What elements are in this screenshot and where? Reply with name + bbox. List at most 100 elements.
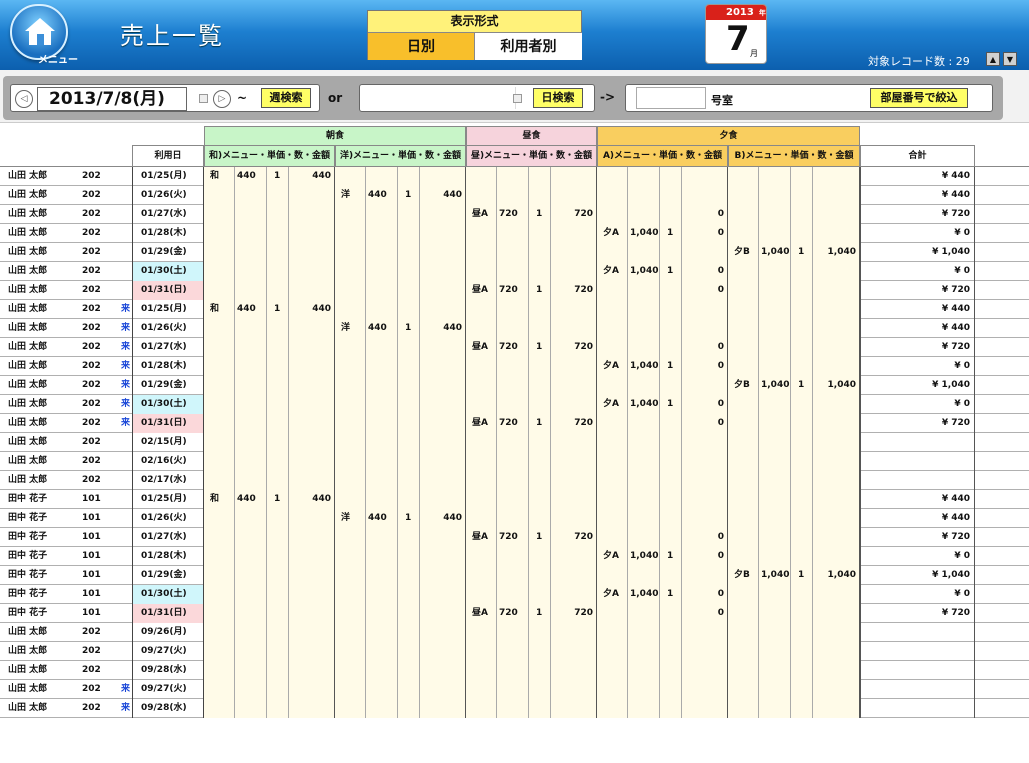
- meal-cell[interactable]: [728, 186, 860, 205]
- meal-cell[interactable]: [335, 338, 466, 357]
- meal-cell[interactable]: [204, 547, 335, 566]
- meal-cell[interactable]: [335, 585, 466, 604]
- meal-cell[interactable]: [466, 452, 597, 471]
- meal-cell[interactable]: [335, 376, 466, 395]
- meal-cell[interactable]: [728, 471, 860, 490]
- meal-cell[interactable]: [335, 566, 466, 585]
- day-picker-icon[interactable]: [513, 94, 522, 103]
- meal-cell[interactable]: [335, 281, 466, 300]
- table-row[interactable]: 山田 太郎 202 01/25(月) 和 440 1 440 ¥ 440: [0, 167, 1029, 186]
- meal-cell[interactable]: [335, 604, 466, 623]
- meal-cell[interactable]: [466, 300, 597, 319]
- meal-cell[interactable]: 夕A 1,040 1 0: [597, 585, 728, 604]
- meal-cell[interactable]: [466, 585, 597, 604]
- meal-cell[interactable]: 0: [597, 604, 728, 623]
- table-row[interactable]: 山田 太郎 202 来 09/27(火): [0, 680, 1029, 699]
- next-day-icon[interactable]: ▷: [213, 90, 231, 108]
- meal-cell[interactable]: [204, 661, 335, 680]
- meal-cell[interactable]: 和 440 1 440: [204, 490, 335, 509]
- meal-cell[interactable]: [728, 528, 860, 547]
- meal-cell[interactable]: [728, 319, 860, 338]
- meal-cell[interactable]: [597, 623, 728, 642]
- meal-cell[interactable]: [204, 262, 335, 281]
- meal-cell[interactable]: [597, 167, 728, 186]
- table-row[interactable]: 山田 太郎 202 09/28(水): [0, 661, 1029, 680]
- meal-cell[interactable]: [597, 509, 728, 528]
- meal-cell[interactable]: [204, 224, 335, 243]
- meal-cell[interactable]: [597, 243, 728, 262]
- meal-cell[interactable]: 夕A 1,040 1 0: [597, 547, 728, 566]
- date-field[interactable]: 2013/7/8(月): [37, 87, 187, 111]
- table-row[interactable]: 山田 太郎 202 09/26(月): [0, 623, 1029, 642]
- meal-cell[interactable]: [466, 186, 597, 205]
- meal-cell[interactable]: [466, 319, 597, 338]
- meal-cell[interactable]: [335, 433, 466, 452]
- meal-cell[interactable]: [466, 547, 597, 566]
- table-row[interactable]: 山田 太郎 202 01/31(日) 昼A 720 1 720 0 ¥ 720: [0, 281, 1029, 300]
- table-row[interactable]: 山田 太郎 202 来 01/26(火) 洋 440 1 440 ¥ 440: [0, 319, 1029, 338]
- table-row[interactable]: 田中 花子 101 01/25(月) 和 440 1 440 ¥ 440: [0, 490, 1029, 509]
- meal-cell[interactable]: [728, 224, 860, 243]
- meal-cell[interactable]: [728, 262, 860, 281]
- meal-cell[interactable]: [204, 585, 335, 604]
- meal-cell[interactable]: [466, 376, 597, 395]
- meal-cell[interactable]: 0: [597, 281, 728, 300]
- meal-cell[interactable]: [204, 338, 335, 357]
- meal-cell[interactable]: [597, 490, 728, 509]
- meal-cell[interactable]: [466, 433, 597, 452]
- sort-descending-button[interactable]: ▼: [1003, 52, 1017, 66]
- meal-cell[interactable]: [728, 642, 860, 661]
- day-search-button[interactable]: 日検索: [533, 88, 583, 108]
- meal-cell[interactable]: 夕A 1,040 1 0: [597, 262, 728, 281]
- meal-cell[interactable]: 昼A 720 1 720: [466, 338, 597, 357]
- meal-cell[interactable]: [335, 224, 466, 243]
- meal-cell[interactable]: [466, 167, 597, 186]
- meal-cell[interactable]: [466, 262, 597, 281]
- meal-cell[interactable]: 夕B 1,040 1 1,040: [728, 243, 860, 262]
- meal-cell[interactable]: [597, 300, 728, 319]
- meal-cell[interactable]: [466, 509, 597, 528]
- meal-cell[interactable]: [728, 509, 860, 528]
- table-row[interactable]: 田中 花子 101 01/30(土) 夕A 1,040 1 0 ¥ 0: [0, 585, 1029, 604]
- meal-cell[interactable]: [597, 680, 728, 699]
- meal-cell[interactable]: [728, 490, 860, 509]
- meal-cell[interactable]: [204, 319, 335, 338]
- meal-cell[interactable]: [597, 642, 728, 661]
- meal-cell[interactable]: [728, 699, 860, 718]
- prev-day-icon[interactable]: ◁: [15, 90, 33, 108]
- meal-cell[interactable]: 夕B 1,040 1 1,040: [728, 566, 860, 585]
- meal-cell[interactable]: [728, 300, 860, 319]
- meal-cell[interactable]: [728, 623, 860, 642]
- meal-cell[interactable]: [728, 661, 860, 680]
- meal-cell[interactable]: 0: [597, 338, 728, 357]
- table-row[interactable]: 山田 太郎 202 02/15(月): [0, 433, 1029, 452]
- meal-cell[interactable]: [335, 414, 466, 433]
- meal-cell[interactable]: [597, 699, 728, 718]
- table-row[interactable]: 山田 太郎 202 01/29(金) 夕B 1,040 1 1,040 ¥ 1,040: [0, 243, 1029, 262]
- meal-cell[interactable]: 夕A 1,040 1 0: [597, 395, 728, 414]
- meal-cell[interactable]: 洋 440 1 440: [335, 319, 466, 338]
- meal-cell[interactable]: [204, 433, 335, 452]
- meal-cell[interactable]: [597, 376, 728, 395]
- meal-cell[interactable]: 昼A 720 1 720: [466, 205, 597, 224]
- meal-cell[interactable]: [335, 357, 466, 376]
- meal-cell[interactable]: [597, 471, 728, 490]
- meal-cell[interactable]: [466, 661, 597, 680]
- meal-cell[interactable]: 0: [597, 414, 728, 433]
- sort-ascending-button[interactable]: ▲: [986, 52, 1000, 66]
- meal-cell[interactable]: [204, 357, 335, 376]
- meal-cell[interactable]: 洋 440 1 440: [335, 186, 466, 205]
- table-row[interactable]: 田中 花子 101 01/28(木) 夕A 1,040 1 0 ¥ 0: [0, 547, 1029, 566]
- meal-cell[interactable]: [466, 642, 597, 661]
- meal-cell[interactable]: [728, 281, 860, 300]
- table-row[interactable]: 山田 太郎 202 来 01/27(水) 昼A 720 1 720 0 ¥ 720: [0, 338, 1029, 357]
- meal-cell[interactable]: [335, 300, 466, 319]
- meal-cell[interactable]: 洋 440 1 440: [335, 509, 466, 528]
- meal-cell[interactable]: [204, 509, 335, 528]
- table-row[interactable]: 山田 太郎 202 09/27(火): [0, 642, 1029, 661]
- meal-cell[interactable]: [335, 167, 466, 186]
- meal-cell[interactable]: [728, 604, 860, 623]
- meal-cell[interactable]: 昼A 720 1 720: [466, 281, 597, 300]
- meal-cell[interactable]: [335, 395, 466, 414]
- meal-cell[interactable]: [204, 623, 335, 642]
